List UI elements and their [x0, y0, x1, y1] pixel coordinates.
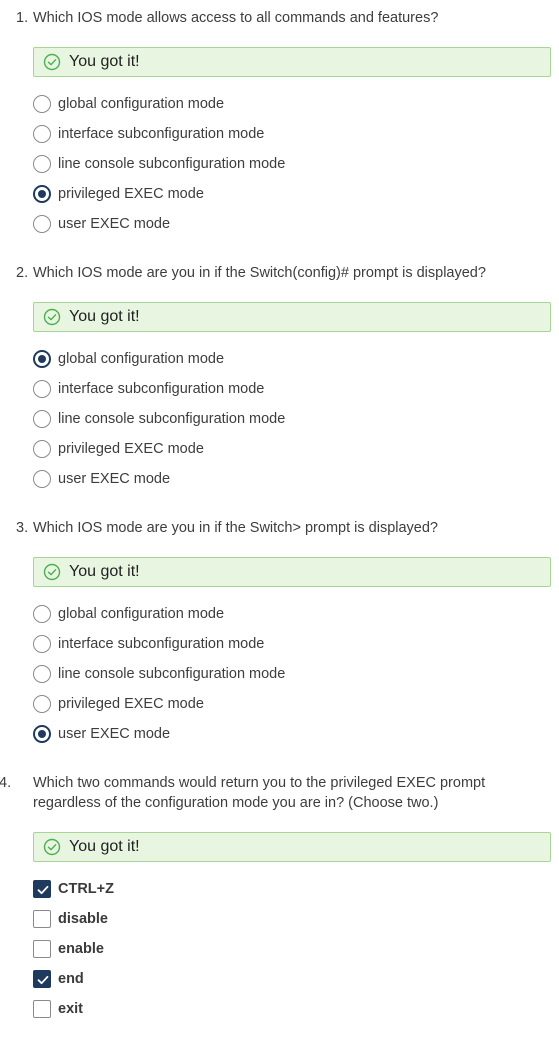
feedback-text: You got it!: [69, 563, 140, 580]
answer-option[interactable]: privileged EXEC mode: [33, 693, 204, 715]
option-label: user EXEC mode: [58, 471, 171, 487]
radio-button[interactable]: [33, 665, 51, 683]
question-text: 3. Which IOS mode are you in if the Switc…: [16, 518, 536, 538]
check-circle-icon: [43, 53, 61, 71]
radio-button[interactable]: [33, 470, 51, 488]
option-label: user EXEC mode: [58, 216, 171, 232]
answer-option[interactable]: user EXEC mode: [33, 213, 170, 235]
question-number: 4.: [0, 775, 12, 791]
option-label: privileged EXEC mode: [58, 696, 204, 712]
checkbox[interactable]: [33, 910, 51, 928]
answer-option[interactable]: interface subconfiguration mode: [33, 633, 264, 655]
question-prompt: Which IOS mode are you in if the Switch(…: [33, 265, 486, 281]
answer-option[interactable]: line console subconfiguration mode: [33, 408, 285, 430]
answer-option[interactable]: global configuration mode: [33, 603, 224, 625]
checkbox[interactable]: [33, 940, 51, 958]
checkbox[interactable]: [33, 1000, 51, 1018]
answer-option[interactable]: line console subconfiguration mode: [33, 663, 285, 685]
radio-button[interactable]: [33, 695, 51, 713]
option-label: interface subconfiguration mode: [58, 636, 265, 652]
answer-option[interactable]: CTRL+Z: [33, 878, 114, 900]
check-circle-icon: [43, 308, 61, 326]
option-label: privileged EXEC mode: [58, 186, 204, 202]
answer-option[interactable]: user EXEC mode: [33, 468, 170, 490]
feedback-banner: You got it!: [33, 557, 551, 587]
question-prompt: Which two commands would return you to t…: [33, 775, 486, 811]
option-label: privileged EXEC mode: [58, 441, 204, 457]
question-prompt: Which IOS mode allows access to all comm…: [33, 10, 439, 26]
option-label: enable: [58, 941, 104, 957]
answer-option[interactable]: interface subconfiguration mode: [33, 123, 264, 145]
radio-button[interactable]: [33, 95, 51, 113]
feedback-text: You got it!: [69, 53, 140, 70]
question-text: 1. Which IOS mode allows access to all co…: [16, 8, 536, 28]
radio-button[interactable]: [33, 410, 51, 428]
option-label: global configuration mode: [58, 606, 225, 622]
checkmark-icon: [37, 885, 49, 895]
radio-button[interactable]: [33, 380, 51, 398]
answer-option[interactable]: privileged EXEC mode: [33, 438, 204, 460]
option-label: global configuration mode: [58, 351, 225, 367]
radio-button[interactable]: [33, 605, 51, 623]
question-number: 3.: [16, 520, 29, 536]
question-text: 2. Which IOS mode are you in if the Switc…: [16, 263, 536, 283]
option-label: exit: [58, 1001, 83, 1017]
option-label: global configuration mode: [58, 96, 225, 112]
answer-option[interactable]: exit: [33, 998, 83, 1020]
check-circle-icon: [43, 563, 61, 581]
radio-button[interactable]: [33, 215, 51, 233]
checkmark-icon: [37, 975, 49, 985]
feedback-banner: You got it!: [33, 302, 551, 332]
answer-option[interactable]: end: [33, 968, 84, 990]
question-prompt: Which IOS mode are you in if the Switch>…: [33, 520, 438, 536]
answer-option[interactable]: global configuration mode: [33, 348, 224, 370]
option-label: disable: [58, 911, 108, 927]
radio-button-selected[interactable]: [33, 350, 51, 368]
radio-button[interactable]: [33, 155, 51, 173]
radio-button-selected[interactable]: [33, 725, 51, 743]
feedback-banner: You got it!: [33, 47, 551, 77]
radio-button[interactable]: [33, 440, 51, 458]
answer-option[interactable]: global configuration mode: [33, 93, 224, 115]
option-label: interface subconfiguration mode: [58, 381, 265, 397]
option-label: end: [58, 971, 84, 987]
answer-option[interactable]: enable: [33, 938, 104, 960]
checkbox-checked[interactable]: [33, 880, 51, 898]
answer-option[interactable]: user EXEC mode: [33, 723, 170, 745]
option-label: interface subconfiguration mode: [58, 126, 265, 142]
answer-option[interactable]: interface subconfiguration mode: [33, 378, 264, 400]
check-circle-icon: [43, 838, 61, 856]
option-label: CTRL+Z: [58, 881, 114, 897]
option-label: line console subconfiguration mode: [58, 156, 286, 172]
option-label: line console subconfiguration mode: [58, 666, 286, 682]
answer-option[interactable]: line console subconfiguration mode: [33, 153, 285, 175]
checkbox-checked[interactable]: [33, 970, 51, 988]
radio-button-selected[interactable]: [33, 185, 51, 203]
radio-button[interactable]: [33, 635, 51, 653]
question-number: 2.: [16, 265, 29, 281]
answer-option[interactable]: disable: [33, 908, 108, 930]
answer-option[interactable]: privileged EXEC mode: [33, 183, 204, 205]
question-number: 1.: [16, 10, 29, 26]
option-label: line console subconfiguration mode: [58, 411, 286, 427]
option-label: user EXEC mode: [58, 726, 171, 742]
feedback-text: You got it!: [69, 308, 140, 325]
question-text: 4. Which two commands would return you to…: [0, 773, 536, 813]
radio-button[interactable]: [33, 125, 51, 143]
feedback-text: You got it!: [69, 838, 140, 855]
feedback-banner: You got it!: [33, 832, 551, 862]
